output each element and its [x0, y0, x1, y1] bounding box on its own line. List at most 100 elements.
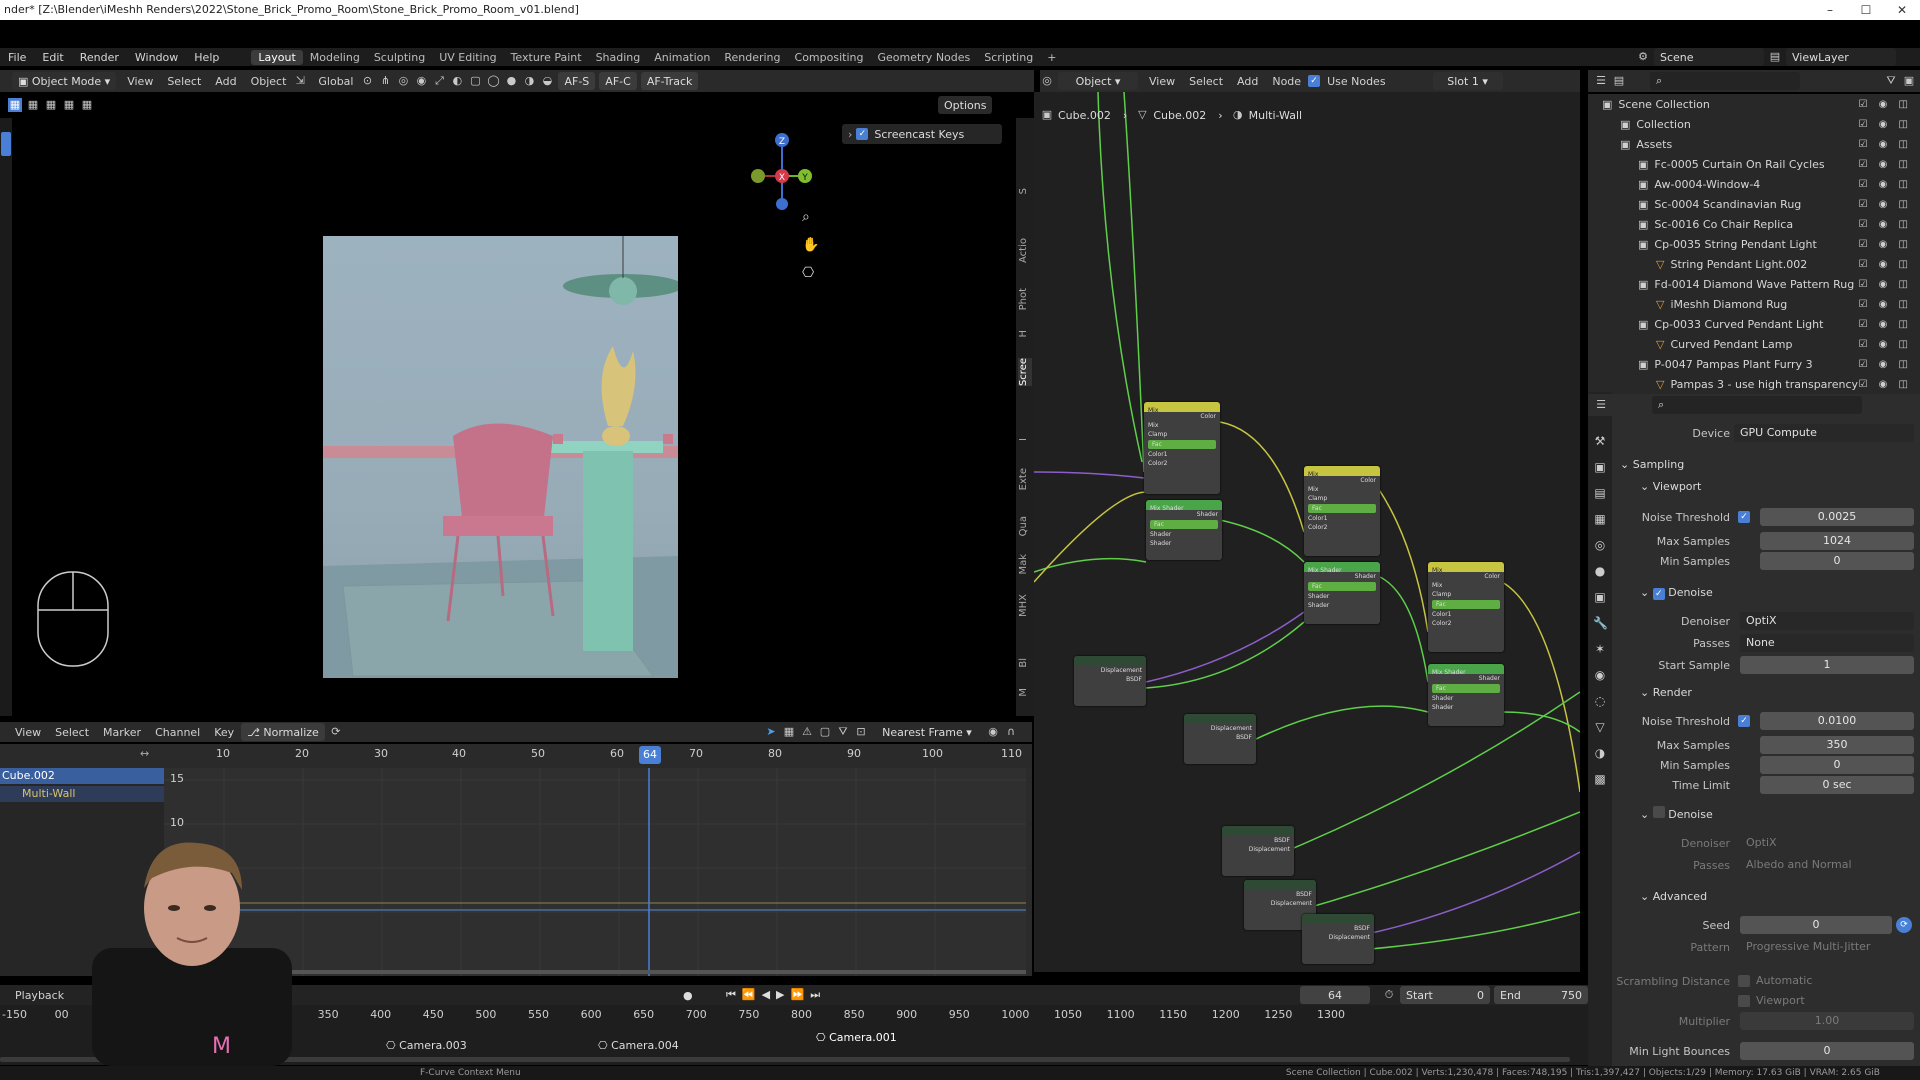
properties-type-icon[interactable]: ☰ — [1594, 398, 1608, 412]
outliner-type-icon[interactable]: ☰ — [1594, 74, 1608, 88]
workspace-tab-uv-editing[interactable]: UV Editing — [432, 50, 503, 65]
channel-cube-002[interactable]: Cube.002 — [0, 768, 164, 784]
side-tab-bl[interactable]: Bl — [1018, 658, 1032, 668]
select-invert-icon[interactable]: ▦ — [80, 98, 94, 112]
playback-dropdown[interactable]: Playback — [8, 989, 71, 1002]
outliner-row[interactable]: ▣ Assets ☑ ◉ ◫ — [1588, 134, 1920, 154]
outliner-row[interactable]: ▽ Curved Pendant Lamp ☑ ◉ ◫ — [1588, 334, 1920, 354]
graph-menu-view[interactable]: View — [8, 726, 48, 739]
options-dropdown[interactable]: Options — [938, 96, 993, 114]
slot-dropdown[interactable]: Slot 1 ▾ — [1432, 72, 1503, 90]
group-node-4[interactable]: Displacement BSDF — [1184, 714, 1256, 764]
af-track-button[interactable]: AF-Track — [640, 72, 699, 90]
proportional-edit-icon[interactable]: ◉ — [986, 725, 1000, 739]
playback-controls[interactable]: ⏮⏪◀▶⏩⏭ — [726, 988, 826, 1002]
group-node-5[interactable]: BSDF Displacement — [1222, 826, 1294, 876]
menu-help[interactable]: Help — [186, 51, 227, 64]
workspace-tab-sculpting[interactable]: Sculpting — [367, 50, 432, 65]
outliner-row[interactable]: ▣ Sc-0004 Scandinavian Rug ☑ ◉ ◫ — [1588, 194, 1920, 214]
viewport-option-checkbox[interactable] — [1738, 995, 1750, 1007]
shading-material-icon[interactable]: ◑ — [522, 74, 536, 88]
maximize-icon[interactable]: ☐ — [1848, 0, 1884, 20]
workspace-tab-modeling[interactable]: Modeling — [303, 50, 367, 65]
outliner-row[interactable]: ▣ P-0047 Pampas Plant Furry 3 ☑ ◉ ◫ — [1588, 354, 1920, 374]
mix-node[interactable]: Mix Color Mix Clamp Fac Color1 Color2 — [1304, 466, 1380, 556]
select-intersect-icon[interactable]: ▦ — [62, 98, 76, 112]
tool-select-icon[interactable] — [1, 132, 11, 156]
r-denoise-subpanel[interactable]: ⌄ Denoise — [1640, 806, 1713, 824]
graph-menu-marker[interactable]: Marker — [96, 726, 148, 739]
visibility-toggles-icon[interactable]: ☑ ◉ ◫ — [1859, 379, 1913, 390]
side-tab-scree[interactable]: Scree — [1018, 358, 1032, 387]
side-tab-qua[interactable]: Qua — [1018, 516, 1032, 536]
graph-menu-select[interactable]: Select — [48, 726, 96, 739]
outliner-row[interactable]: ▽ String Pendant Light.002 ☑ ◉ ◫ — [1588, 254, 1920, 274]
group-node-3[interactable]: Displacement BSDF — [1074, 656, 1146, 706]
r-passes-dropdown[interactable]: Albedo and Normal — [1740, 856, 1914, 874]
visibility-toggles-icon[interactable]: ☑ ◉ ◫ — [1859, 99, 1913, 110]
outliner-row[interactable]: ▣ Collection ☑ ◉ ◫ — [1588, 114, 1920, 134]
side-tab-h[interactable]: H — [1018, 330, 1032, 338]
outliner-row[interactable]: ▣ Scene Collection ☑ ◉ ◫ — [1588, 94, 1920, 114]
camera-view-icon[interactable]: ⎔ — [802, 265, 814, 281]
render-subpanel-header[interactable]: ⌄ Render — [1640, 684, 1692, 702]
visibility-icon[interactable]: ◉ — [414, 74, 428, 88]
breadcrumb-mesh[interactable]: Cube.002 — [1153, 109, 1206, 122]
orientation-dropdown[interactable]: Global — [311, 75, 360, 88]
select-subtract-icon[interactable]: ▦ — [44, 98, 58, 112]
visibility-toggles-icon[interactable]: ☑ ◉ ◫ — [1859, 359, 1913, 370]
af-s-button[interactable]: AF-S — [558, 72, 596, 90]
visibility-toggles-icon[interactable]: ☑ ◉ ◫ — [1859, 119, 1913, 130]
marker-camera-004[interactable]: ⎔ Camera.004 — [598, 1039, 679, 1052]
sampling-panel-header[interactable]: ⌄ Sampling — [1620, 456, 1684, 474]
outliner-row[interactable]: ▣ Fd-0014 Diamond Wave Pattern Rug ☑ ◉ ◫ — [1588, 274, 1920, 294]
vp-denoiser-dropdown[interactable]: OptiX — [1740, 612, 1914, 630]
add-workspace-button[interactable]: + — [1040, 50, 1063, 65]
multiplier-field[interactable]: 1.00 — [1740, 1012, 1914, 1030]
new-collection-icon[interactable]: ▣ — [1902, 74, 1916, 88]
snap-icon[interactable]: ⋔ — [378, 74, 392, 88]
breadcrumb-material[interactable]: Multi-Wall — [1249, 109, 1302, 122]
outliner-row[interactable]: ▣ Cp-0035 String Pendant Light ☑ ◉ ◫ — [1588, 234, 1920, 254]
viewport-menu-object[interactable]: Object — [244, 75, 294, 88]
viewport-subpanel-header[interactable]: ⌄ Viewport — [1640, 478, 1701, 496]
viewlayer-selector[interactable]: ViewLayer — [1786, 48, 1896, 66]
ghost-curves-icon[interactable]: ▢ — [818, 725, 832, 739]
graph-area[interactable]: 15 10 — [164, 768, 1026, 976]
min-light-bounces-field[interactable]: 0 — [1740, 1042, 1914, 1060]
outliner-row[interactable]: ▣ Cp-0033 Curved Pendant Light ☑ ◉ ◫ — [1588, 314, 1920, 334]
use-nodes-checkbox[interactable]: ✓ — [1308, 75, 1321, 87]
node-menu-node[interactable]: Node — [1265, 75, 1308, 88]
side-tab-exte[interactable]: Exte — [1018, 468, 1032, 490]
visibility-toggles-icon[interactable]: ☑ ◉ ◫ — [1859, 239, 1913, 250]
stopwatch-icon[interactable]: ⏱ — [1382, 988, 1396, 1002]
shading-wireframe-icon[interactable]: ◯ — [486, 74, 500, 88]
scene-selector[interactable]: Scene — [1654, 48, 1764, 66]
start-frame-field[interactable]: Start 0 — [1400, 986, 1490, 1004]
outliner-row[interactable]: ▽ Pampas 3 - use high transparency ☑ ◉ ◫ — [1588, 374, 1920, 394]
current-frame-indicator[interactable]: 64 — [639, 746, 661, 764]
breadcrumb-object[interactable]: Cube.002 — [1058, 109, 1111, 122]
vp-denoise-subpanel[interactable]: ⌄ ✓ Denoise — [1640, 584, 1713, 602]
screencast-keys-checkbox[interactable]: ✓ — [856, 128, 869, 140]
filter-icon[interactable]: ⛛ — [1884, 74, 1898, 88]
channel-multi-wall[interactable]: Multi-Wall — [0, 786, 164, 802]
r-noise-threshold-field[interactable]: 0.0100 — [1760, 712, 1914, 730]
advanced-subpanel-header[interactable]: ⌄ Advanced — [1640, 888, 1707, 906]
outliner-row[interactable]: ▽ iMeshh Diamond Rug ☑ ◉ ◫ — [1588, 294, 1920, 314]
side-tab-mhx[interactable]: MHX — [1018, 594, 1032, 617]
graph-menu-key[interactable]: Key — [207, 726, 241, 739]
normalize-toggle[interactable]: ⎇ Normalize — [241, 723, 325, 741]
visibility-toggles-icon[interactable]: ☑ ◉ ◫ — [1859, 299, 1913, 310]
side-tab-phot[interactable]: Phot — [1018, 288, 1032, 310]
visibility-toggles-icon[interactable]: ☑ ◉ ◫ — [1859, 219, 1913, 230]
vp-noise-threshold-checkbox[interactable]: ✓ — [1738, 511, 1750, 523]
node-menu-view[interactable]: View — [1142, 75, 1182, 88]
outliner-search-input[interactable]: ⌕ — [1650, 72, 1800, 90]
visibility-toggles-icon[interactable]: ☑ ◉ ◫ — [1859, 339, 1913, 350]
marker-camera-001[interactable]: ⎔ Camera.001 — [816, 1031, 897, 1044]
side-tab-s[interactable]: S — [1018, 188, 1032, 194]
node-menu-select[interactable]: Select — [1182, 75, 1230, 88]
automatic-checkbox[interactable] — [1738, 975, 1750, 987]
record-icon[interactable]: ● — [683, 989, 693, 1002]
